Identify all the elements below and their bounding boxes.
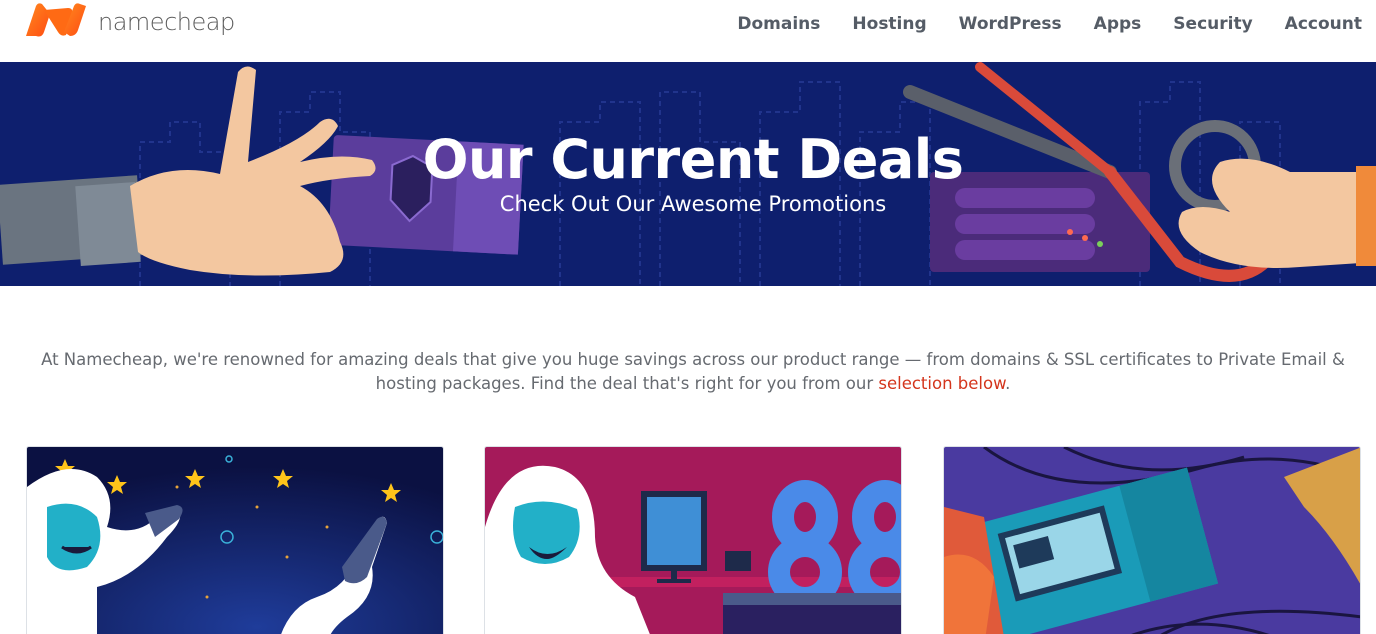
ticket-scissors-illustration	[944, 447, 1360, 634]
deal-card[interactable]	[26, 446, 444, 634]
deal-card[interactable]	[484, 446, 902, 634]
nav-wordpress[interactable]: WordPress	[943, 10, 1078, 38]
intro-tail: .	[1005, 374, 1011, 393]
nav-apps[interactable]: Apps	[1078, 10, 1158, 38]
main-nav: Domains Hosting WordPress Apps Security …	[721, 10, 1362, 38]
nav-security[interactable]: Security	[1157, 10, 1268, 38]
selection-below-link[interactable]: selection below	[878, 374, 1005, 393]
hero-banner: Our Current Deals Check Out Our Awesome …	[0, 62, 1376, 286]
namecheap-logo-icon	[26, 3, 86, 37]
intro-paragraph: At Namecheap, we're renowned for amazing…	[40, 348, 1346, 396]
yeti-stars-night-illustration	[27, 447, 443, 634]
intro-text: At Namecheap, we're renowned for amazing…	[41, 350, 1345, 393]
nav-account[interactable]: Account	[1269, 10, 1362, 38]
nav-domains[interactable]: Domains	[721, 10, 836, 38]
hero-title: Our Current Deals	[422, 128, 964, 191]
nav-hosting[interactable]: Hosting	[836, 10, 942, 38]
hero-subtitle: Check Out Our Awesome Promotions	[499, 192, 887, 216]
namecheap-logo[interactable]: namecheap	[24, 0, 235, 44]
site-header: namecheap Domains Hosting WordPress Apps…	[0, 0, 1376, 62]
brand-name: namecheap	[98, 8, 235, 36]
deal-card[interactable]	[943, 446, 1361, 634]
yeti-desk-88-illustration	[485, 447, 901, 634]
